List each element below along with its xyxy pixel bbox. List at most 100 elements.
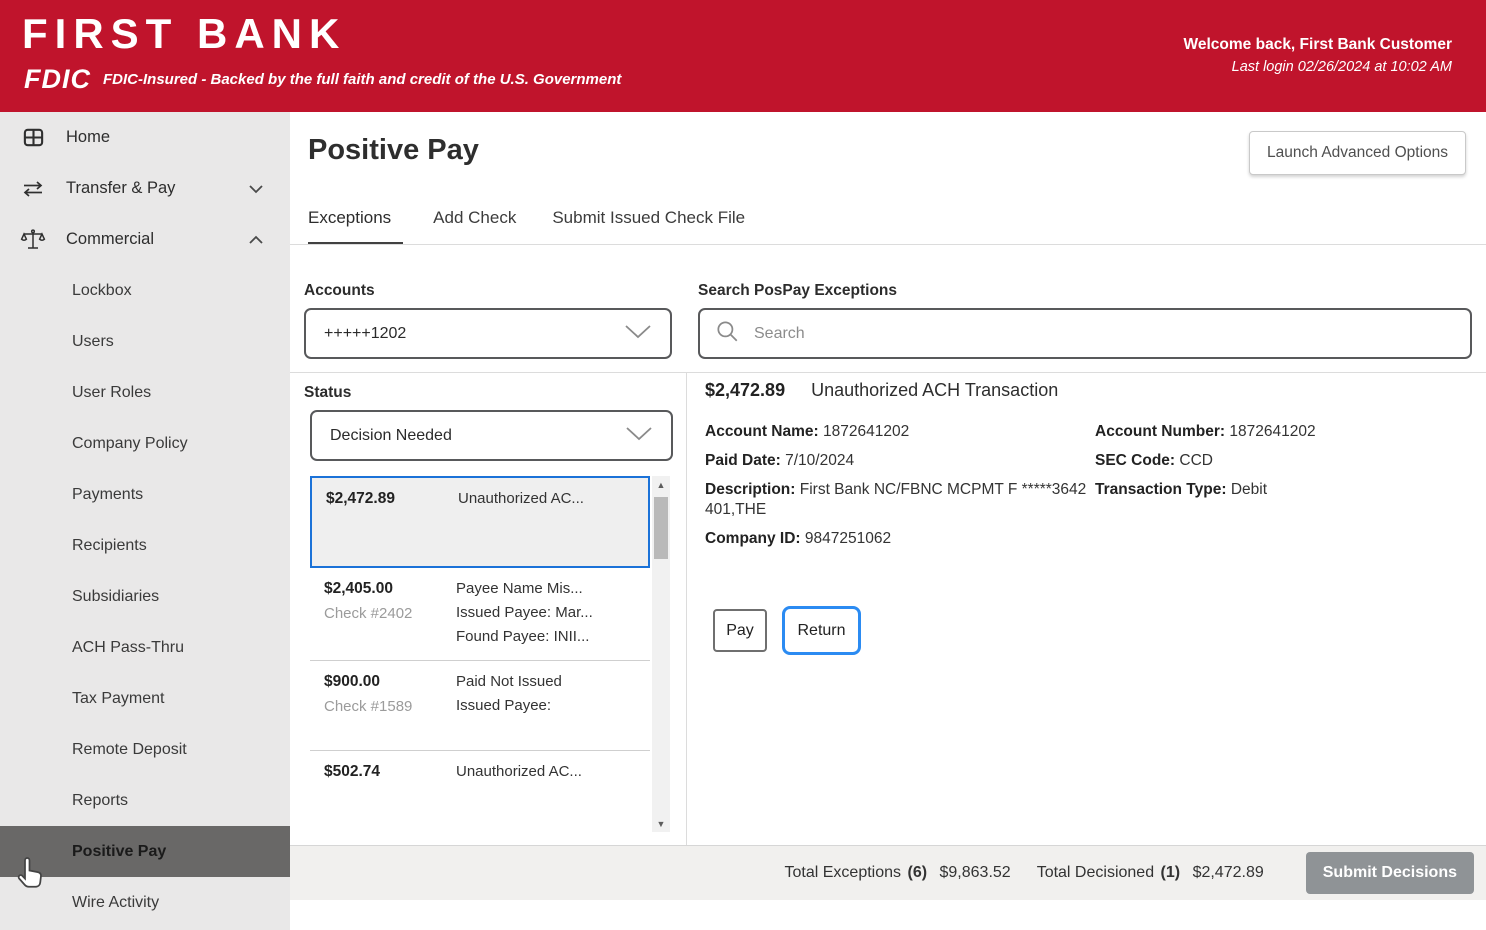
sidebar-item-label: Reports — [72, 791, 129, 809]
exception-amount: $900.00 — [324, 673, 381, 690]
total-decisioned: Total Decisioned (1) $2,472.89 — [1037, 864, 1264, 882]
sec-code-label: SEC Code: — [1095, 452, 1176, 469]
exception-type: Payee Name Mis... — [456, 580, 583, 597]
total-exceptions: Total Exceptions (6) $9,863.52 — [785, 864, 1011, 882]
tabs-divider — [290, 244, 1486, 245]
sidebar-item-transfer-pay[interactable]: Transfer & Pay — [0, 163, 290, 214]
search-pospay-label: Search PosPay Exceptions — [698, 282, 898, 299]
bank-logo: FIRST BANK — [22, 10, 347, 57]
tab-bar: Exceptions Add Check Submit Issued Check… — [308, 208, 751, 245]
sidebar-item-tax-payment[interactable]: Tax Payment — [0, 673, 290, 724]
exception-item[interactable]: $2,405.00 Check #2402 Payee Name Mis... … — [310, 568, 650, 661]
exception-item[interactable]: $502.74 Unauthorized AC... — [310, 751, 650, 807]
accounts-selected-value: +++++1202 — [324, 324, 407, 342]
sidebar-item-label: Payments — [72, 485, 144, 503]
sidebar-item-commercial[interactable]: Commercial — [0, 214, 290, 265]
sidebar-item-label: Transfer & Pay — [66, 179, 176, 197]
launch-advanced-options-button[interactable]: Launch Advanced Options — [1249, 131, 1466, 175]
exception-found-payee: Found Payee: INII... — [456, 628, 590, 645]
sidebar-item-lockbox[interactable]: Lockbox — [0, 265, 290, 316]
scrollbar-thumb[interactable] — [654, 497, 668, 559]
exception-amount: $2,405.00 — [324, 580, 393, 597]
sidebar-item-reports[interactable]: Reports — [0, 775, 290, 826]
detail-fields-left: Account Name: 1872641202 Paid Date: 7/10… — [705, 422, 1097, 558]
page-title: Positive Pay — [308, 134, 479, 166]
sidebar-item-label: Users — [72, 332, 114, 350]
sidebar-item-label: User Roles — [72, 383, 152, 401]
exception-issued-payee: Issued Payee: Mar... — [456, 604, 593, 621]
search-box — [698, 308, 1472, 359]
decision-footer: Total Exceptions (6) $9,863.52 Total Dec… — [290, 845, 1486, 900]
welcome-message: Welcome back, First Bank Customer — [1183, 36, 1452, 53]
company-id-value: 9847251062 — [804, 530, 892, 547]
sidebar-item-label: Commercial — [66, 230, 155, 248]
sidebar-item-label: Company Policy — [72, 434, 188, 452]
pay-button[interactable]: Pay — [713, 609, 767, 652]
total-exceptions-amount: $9,863.52 — [939, 864, 1011, 881]
tab-submit-issued-check-file[interactable]: Submit Issued Check File — [552, 208, 751, 245]
accounts-dropdown[interactable]: +++++1202 — [304, 308, 672, 359]
mouse-cursor-hand-icon — [16, 855, 46, 896]
total-decisioned-count: (1) — [1160, 864, 1181, 881]
account-number-value: 1872641202 — [1229, 423, 1316, 440]
exception-item-selected[interactable]: $2,472.89 Unauthorized AC... — [310, 476, 650, 568]
paid-date-label: Paid Date: — [705, 452, 781, 469]
exception-item[interactable]: $900.00 Check #1589 Paid Not Issued Issu… — [310, 661, 650, 751]
chevron-down-icon — [625, 426, 653, 446]
transaction-type-label: Transaction Type: — [1095, 481, 1227, 498]
return-button[interactable]: Return — [782, 606, 861, 655]
exception-type: Unauthorized AC... — [458, 490, 584, 507]
status-dropdown[interactable]: Decision Needed — [310, 410, 673, 461]
total-exceptions-count: (6) — [907, 864, 928, 881]
description-label: Description: — [705, 481, 796, 498]
list-scrollbar[interactable]: ▲ ▼ — [652, 476, 670, 832]
scroll-down-icon[interactable]: ▼ — [652, 815, 670, 832]
detail-type: Unauthorized ACH Transaction — [811, 380, 1059, 400]
fdic-row: FDIC FDIC-Insured - Backed by the full f… — [24, 64, 621, 95]
sidebar-item-remote-deposit[interactable]: Remote Deposit — [0, 724, 290, 775]
sidebar-item-label: Remote Deposit — [72, 740, 187, 758]
sidebar-item-company-policy[interactable]: Company Policy — [0, 418, 290, 469]
tab-exceptions[interactable]: Exceptions — [308, 208, 404, 245]
exception-type: Paid Not Issued — [456, 673, 562, 690]
app-header: FIRST BANK FDIC FDIC-Insured - Backed by… — [0, 0, 1486, 112]
sidebar-item-user-roles[interactable]: User Roles — [0, 367, 290, 418]
account-number-label: Account Number: — [1095, 423, 1226, 440]
exception-check-number: Check #2402 — [324, 605, 413, 622]
sidebar-nav: Home Transfer & Pay Commercial Lockbox U… — [0, 112, 290, 930]
sidebar-item-users[interactable]: Users — [0, 316, 290, 367]
status-label: Status — [304, 384, 352, 401]
sidebar-item-ach-pass-thru[interactable]: ACH Pass-Thru — [0, 622, 290, 673]
sidebar-item-label: ACH Pass-Thru — [72, 638, 185, 656]
positive-pay-app: FIRST BANK FDIC FDIC-Insured - Backed by… — [0, 0, 1486, 930]
scales-icon — [18, 227, 48, 253]
sec-code-value: CCD — [1179, 452, 1213, 469]
sidebar-item-home[interactable]: Home — [0, 112, 290, 163]
exception-detail-header: $2,472.89 Unauthorized ACH Transaction — [705, 380, 1058, 401]
scroll-up-icon[interactable]: ▲ — [652, 476, 670, 493]
tab-add-check[interactable]: Add Check — [433, 208, 522, 245]
sidebar-item-payments[interactable]: Payments — [0, 469, 290, 520]
search-input[interactable] — [754, 324, 1456, 343]
submit-decisions-button[interactable]: Submit Decisions — [1305, 852, 1474, 894]
account-name-value: 1872641202 — [823, 423, 910, 440]
total-decisioned-amount: $2,472.89 — [1192, 864, 1264, 881]
paid-date-value: 7/10/2024 — [785, 452, 855, 469]
sidebar-item-subsidiaries[interactable]: Subsidiaries — [0, 571, 290, 622]
sidebar-item-label: Subsidiaries — [72, 587, 160, 605]
sidebar-item-label: Lockbox — [72, 281, 132, 299]
main-content: Positive Pay Launch Advanced Options Exc… — [290, 112, 1486, 930]
company-id-label: Company ID: — [705, 530, 801, 547]
sidebar-item-recipients[interactable]: Recipients — [0, 520, 290, 571]
account-name-label: Account Name: — [705, 423, 819, 440]
fdic-disclaimer: FDIC-Insured - Backed by the full faith … — [103, 71, 622, 88]
transfer-arrows-icon — [18, 176, 48, 202]
detail-amount: $2,472.89 — [705, 380, 786, 400]
total-exceptions-label: Total Exceptions — [784, 864, 902, 881]
filters-divider — [290, 372, 1486, 373]
detail-fields-right: Account Number: 1872641202 SEC Code: CCD… — [1095, 422, 1475, 509]
chevron-down-icon — [248, 184, 264, 194]
home-grid-icon — [18, 125, 48, 151]
last-login: Last login 02/26/2024 at 10:02 AM — [1231, 59, 1452, 75]
columns-divider — [686, 373, 687, 845]
